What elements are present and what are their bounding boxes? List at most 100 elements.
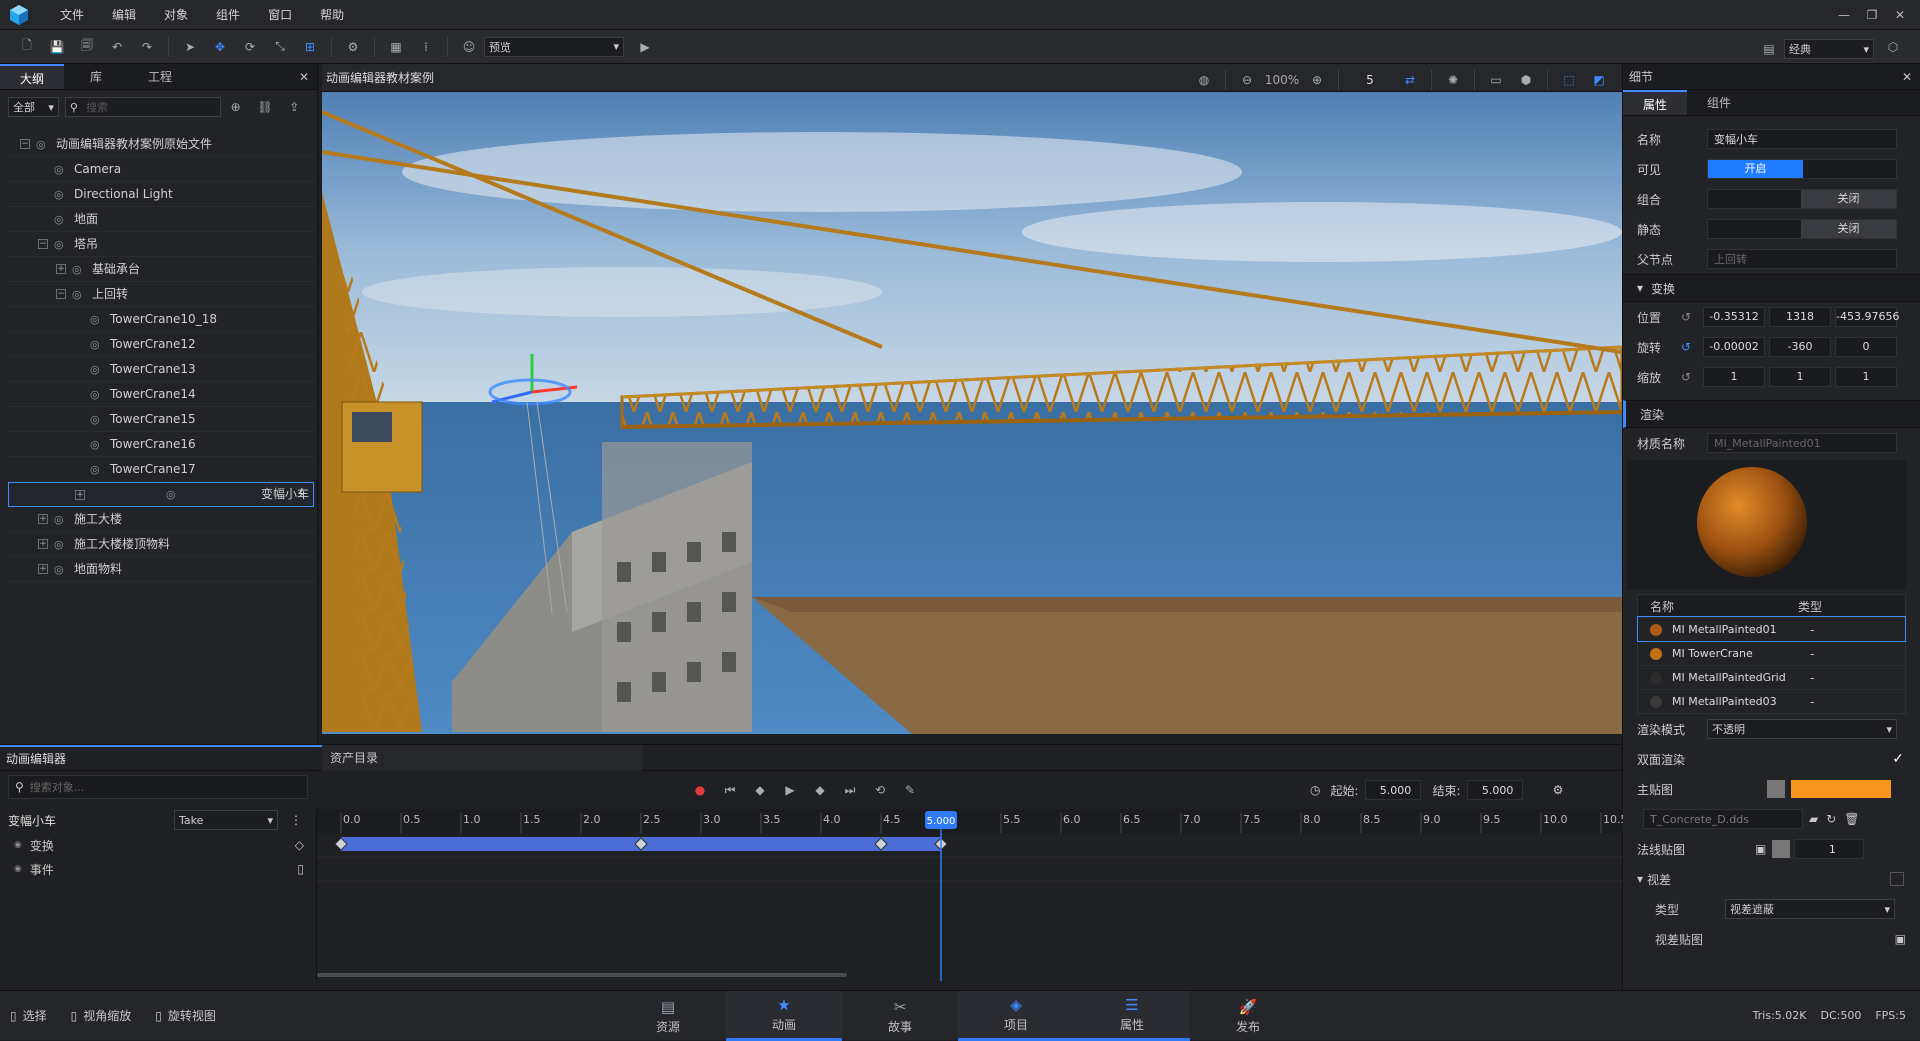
position-z[interactable]: -453.97656	[1835, 307, 1899, 327]
start-field[interactable]: 5.000	[1364, 780, 1421, 800]
tab-publish[interactable]: 🚀 发布	[1190, 991, 1306, 1041]
scale-tool-icon[interactable]: ⤡	[267, 34, 293, 60]
menu-file[interactable]: 文件	[46, 0, 98, 30]
render-mode-select[interactable]: 不透明 ▾	[1707, 719, 1897, 739]
filter-select[interactable]: 全部 ▾	[8, 97, 59, 117]
select-tool-label[interactable]: 选择	[23, 1007, 47, 1024]
dot-grid-icon[interactable]: ⁞	[413, 34, 439, 60]
timeline[interactable]: 0.0 0.5 1.0 1.5 2.0 2.5 3.0 3.5 4.0 4.5 5.5 6.0 6.5 7…	[316, 809, 1628, 981]
grid-icon[interactable]: ▦	[383, 34, 409, 60]
position-x[interactable]: -0.35312	[1703, 307, 1765, 327]
minimize-button[interactable]: —	[1830, 0, 1858, 30]
save-icon[interactable]: 💾	[44, 34, 70, 60]
loop-icon[interactable]: ⟲	[867, 777, 893, 803]
curve-icon[interactable]: ✎	[897, 777, 923, 803]
menu-edit[interactable]: 编辑	[98, 0, 150, 30]
eye-icon[interactable]: ◉	[14, 840, 22, 850]
event-marker-icon[interactable]: ▯	[297, 862, 304, 876]
menu-help[interactable]: 帮助	[306, 0, 358, 30]
tree-item[interactable]: + ◎ 基础承台	[8, 257, 314, 282]
rotate-view-icon[interactable]: ▯	[155, 1009, 162, 1023]
texture-select-icon[interactable]: ▣	[1895, 932, 1906, 946]
tree-item[interactable]: − ◎ 塔吊	[8, 232, 314, 257]
tab-assets[interactable]: ▤ 资源	[610, 991, 726, 1041]
rotate-view-label[interactable]: 旋转视图	[168, 1007, 216, 1024]
snap-icon[interactable]: ⚙	[340, 34, 366, 60]
tab-properties[interactable]: ☰ 属性	[1074, 991, 1190, 1041]
expand-icon[interactable]: −	[38, 239, 48, 249]
save-all-icon[interactable]: 🗐	[74, 34, 100, 60]
visible-toggle[interactable]: 开启	[1707, 159, 1897, 179]
close-window-button[interactable]: ✕	[1886, 0, 1914, 30]
parallax-checkbox[interactable]	[1890, 872, 1904, 886]
scale-z[interactable]: 1	[1835, 367, 1897, 387]
keyframe-icon[interactable]: ◇	[295, 838, 304, 852]
tree-item[interactable]: ◎ Camera	[8, 157, 314, 182]
redo-icon[interactable]: ↷	[134, 34, 160, 60]
tree-item[interactable]: − ◎ 动画编辑器教材案例原始文件	[8, 132, 314, 157]
scale-x[interactable]: 1	[1703, 367, 1765, 387]
outline-search[interactable]: ⚲ 搜索	[64, 97, 222, 117]
eye-icon[interactable]: ◉	[14, 864, 22, 874]
menu-component[interactable]: 组件	[202, 0, 254, 30]
transform-section[interactable]: ▾ 变换	[1623, 274, 1920, 302]
tab-story[interactable]: ✂ 故事	[842, 991, 958, 1041]
normal-map-thumb[interactable]	[1772, 840, 1791, 858]
reset-icon[interactable]: ↺	[1681, 370, 1703, 384]
static-toggle[interactable]: 关闭	[1707, 219, 1897, 239]
tree-item[interactable]: + ◎ 施工大楼楼顶物料	[8, 532, 314, 557]
tab-outline[interactable]: 大纲	[0, 64, 64, 89]
assets-tab[interactable]: 资产目录	[322, 744, 642, 771]
layout-icon[interactable]: ▤	[1756, 36, 1782, 62]
tree-item[interactable]: + ◎ 变幅小车 ⚡	[8, 482, 314, 507]
folder-icon[interactable]: ▰	[1809, 812, 1818, 826]
tab-project[interactable]: 工程	[128, 64, 192, 89]
prev-key-icon[interactable]: ◆	[747, 777, 773, 803]
texture-thumb[interactable]	[1767, 780, 1785, 798]
collapse-icon[interactable]: ▾	[1637, 872, 1643, 886]
take-select[interactable]: Take ▾	[174, 810, 278, 830]
camera-sync-icon[interactable]: ⇄	[1397, 67, 1423, 93]
parallax-type-select[interactable]: 视差遮蔽 ▾	[1725, 899, 1895, 919]
main-map-file[interactable]: T_Concrete_D.dds	[1643, 809, 1803, 829]
select-tool-icon[interactable]: ▯	[10, 1009, 17, 1023]
more-icon[interactable]: ⋮	[290, 813, 302, 827]
close-panel-icon[interactable]: ✕	[1902, 70, 1920, 84]
expand-icon[interactable]: −	[56, 289, 66, 299]
play-icon[interactable]: ▶	[632, 34, 658, 60]
next-key-icon[interactable]: ◆	[807, 777, 833, 803]
texture-select-icon[interactable]: ▣	[1755, 842, 1766, 856]
material-row[interactable]: MI TowerCrane -	[1638, 641, 1905, 665]
track-transform[interactable]: ◉ 变换 ◇	[14, 833, 304, 857]
tab-properties[interactable]: 属性	[1623, 90, 1687, 115]
material-row[interactable]: MI MetallPainted01 -	[1637, 616, 1906, 642]
settings-icon[interactable]: ⬡	[1880, 34, 1906, 60]
perspective-icon[interactable]: ◍	[1191, 67, 1217, 93]
render-section[interactable]: 渲染	[1623, 400, 1920, 428]
tab-animation[interactable]: ★ 动画	[726, 991, 842, 1041]
tab-library[interactable]: 库	[64, 64, 128, 89]
tree-item[interactable]: ◎ TowerCrane15	[8, 407, 314, 432]
normal-map-strength[interactable]: 1	[1794, 839, 1865, 859]
rotation-x[interactable]: -0.00002	[1703, 337, 1765, 357]
record-icon[interactable]: ●	[687, 777, 713, 803]
name-field[interactable]: 变幅小车	[1707, 129, 1897, 149]
close-panel-icon[interactable]: ✕	[291, 64, 317, 89]
skip-end-icon[interactable]: ⏭	[837, 777, 863, 803]
material-row[interactable]: MI MetallPaintedGrid -	[1638, 665, 1905, 689]
tree-item[interactable]: ◎ TowerCrane17	[8, 457, 314, 482]
main-map-color-swatch[interactable]	[1791, 780, 1891, 798]
position-y[interactable]: 1318	[1769, 307, 1831, 327]
character-icon[interactable]: ☺	[456, 34, 482, 60]
viewport-3d-scene[interactable]	[322, 92, 1622, 734]
skip-start-icon[interactable]: ⏮	[717, 777, 743, 803]
scale-y[interactable]: 1	[1769, 367, 1831, 387]
light-icon[interactable]: ✺	[1440, 67, 1466, 93]
menu-window[interactable]: 窗口	[254, 0, 306, 30]
rotation-y[interactable]: -360	[1769, 337, 1831, 357]
expand-icon[interactable]: +	[56, 264, 66, 274]
reset-icon[interactable]: ↺	[1681, 310, 1703, 324]
tree-item[interactable]: + ◎ 施工大楼	[8, 507, 314, 532]
anim-search[interactable]: ⚲ 搜索对象...	[8, 775, 308, 799]
zoom-in-icon[interactable]: ⊕	[1304, 67, 1330, 93]
